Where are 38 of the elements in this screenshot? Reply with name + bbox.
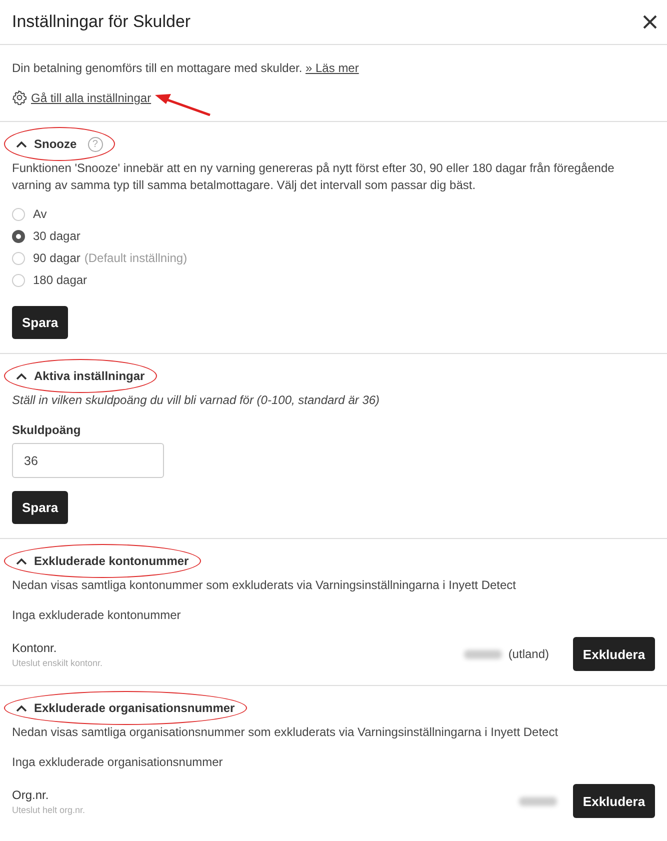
section-hint: Ställ in vilken skuldpoäng du vill bli varnad för (0-100, standard är 36)	[12, 392, 381, 409]
option-label: 30 dagar	[33, 229, 80, 243]
field-label: Org.nr.	[12, 788, 50, 802]
blurred-value	[464, 650, 502, 658]
field-label: Kontonr.	[12, 640, 58, 654]
section-title: Exkluderade kontonummer	[34, 554, 189, 568]
value-suffix: (utland)	[508, 647, 549, 661]
section-title: Snooze	[34, 137, 77, 151]
option-label: 180 dagar	[33, 273, 88, 287]
save-button[interactable]: Spara	[12, 306, 68, 339]
section-description: Funktionen 'Snooze' innebär att en ny varning genereras på nytt först efter 30, 90 eller 180 dagar från föregående varning av samma typ till samma betalmottagare. Välj det intervall som passar dig bäst.	[12, 160, 616, 194]
section-title: Exkluderade organisationsnummer	[34, 701, 235, 715]
section-description: Nedan visas samtliga organisationsnummer som exkluderats via Varningsinställningarna i Inyett Detect	[12, 724, 560, 741]
option-label: Av	[33, 207, 47, 221]
field-label: Skuldpoäng	[12, 423, 82, 437]
section-description: Nedan visas samtliga kontonummer som exkluderats via Varningsinställningarna i Inyett Detect	[12, 577, 518, 594]
field-sublabel: Uteslut enskilt kontonr.	[12, 658, 104, 668]
chevron-icon[interactable]	[16, 704, 27, 712]
radio-button[interactable]	[12, 230, 25, 242]
dialog-title: Inställningar för Skulder	[12, 12, 191, 32]
save-button[interactable]: Spara	[12, 491, 68, 524]
option-note: (Default inställning)	[84, 251, 188, 265]
exclude-button[interactable]: Exkludera	[573, 784, 655, 818]
section-title: Aktiva inställningar	[34, 369, 145, 383]
exclude-button[interactable]: Exkludera	[573, 637, 655, 671]
blurred-value	[519, 796, 557, 806]
chevron-icon[interactable]	[16, 372, 27, 380]
empty-message: Inga exkluderade kontonummer	[12, 607, 182, 624]
settings-icon	[12, 90, 27, 105]
chevron-icon[interactable]	[16, 558, 27, 564]
intro-text: Din betalning genomförs till en mottagare med skulder.	[12, 61, 302, 75]
option-label: 90 dagar	[33, 251, 80, 265]
read-more-link[interactable]: » Läs mer	[306, 61, 359, 75]
chevron-icon[interactable]	[16, 140, 27, 148]
empty-message: Inga exkluderade organisationsnummer	[12, 754, 224, 771]
all-settings-link[interactable]: Gå till alla inställningar	[31, 90, 152, 104]
field-sublabel: Uteslut helt org.nr.	[12, 804, 86, 814]
score-field[interactable]: 36	[12, 443, 164, 478]
